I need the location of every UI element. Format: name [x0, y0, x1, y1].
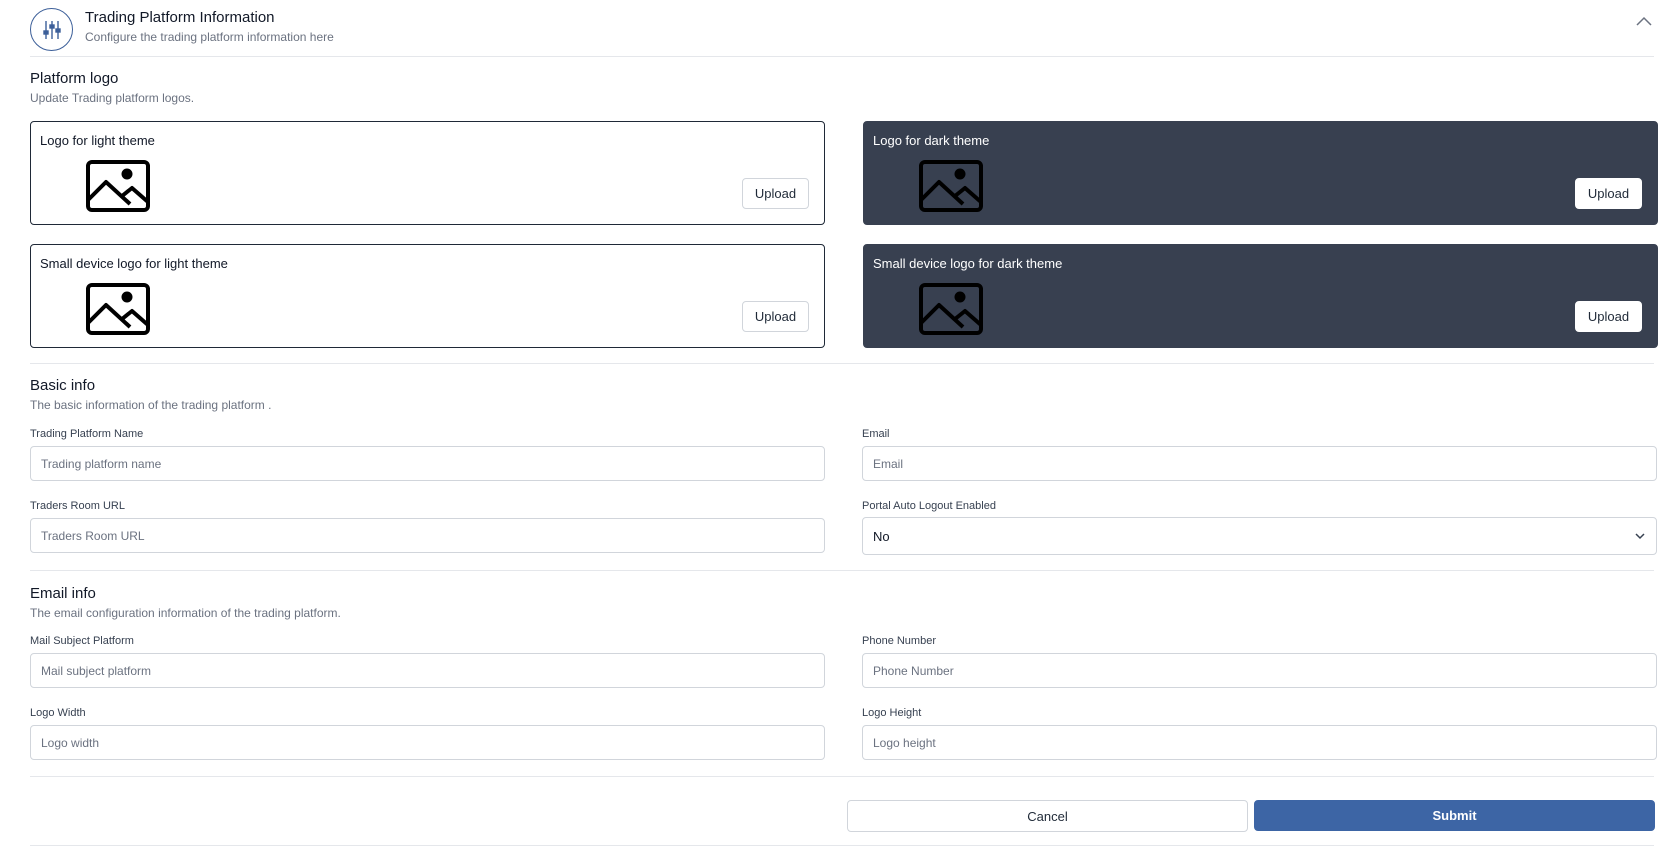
logo-card-light: Logo for light theme Upload [30, 121, 825, 225]
email-info-subtitle: The email configuration information of t… [30, 606, 341, 620]
page-subtitle: Configure the trading platform informati… [85, 30, 334, 44]
basic-info-subtitle: The basic information of the trading pla… [30, 398, 272, 412]
platform-name-input[interactable] [30, 446, 825, 481]
platform-name-label: Trading Platform Name [30, 428, 144, 440]
chevron-down-icon [1635, 533, 1645, 540]
divider [30, 776, 1654, 777]
email-info-title: Email info [30, 585, 96, 602]
chevron-up-icon[interactable] [1634, 12, 1654, 32]
image-icon [86, 283, 150, 335]
divider [30, 845, 1654, 846]
page-title: Trading Platform Information [85, 9, 275, 26]
basic-info-title: Basic info [30, 377, 96, 394]
auto-logout-selected-value: No [873, 528, 890, 544]
small-logo-card-light: Small device logo for light theme Upload [30, 244, 825, 348]
image-icon [919, 283, 983, 335]
logo-width-input[interactable] [30, 725, 825, 760]
upload-button[interactable]: Upload [1575, 301, 1642, 332]
auto-logout-select[interactable]: No [862, 517, 1657, 555]
phone-number-input[interactable] [862, 653, 1657, 688]
mail-subject-label: Mail Subject Platform [30, 635, 134, 647]
traders-room-url-label: Traders Room URL [30, 500, 125, 512]
phone-number-label: Phone Number [862, 635, 936, 647]
small-logo-card-dark: Small device logo for dark theme Upload [863, 244, 1658, 348]
mail-subject-input[interactable] [30, 653, 825, 688]
divider [30, 570, 1654, 571]
image-icon [919, 160, 983, 212]
logo-card-label: Small device logo for light theme [40, 256, 228, 271]
logo-width-label: Logo Width [30, 707, 86, 719]
section-header: Trading Platform Information Configure t… [30, 8, 1654, 56]
cancel-button[interactable]: Cancel [847, 800, 1248, 832]
email-input[interactable] [862, 446, 1657, 481]
logo-card-dark: Logo for dark theme Upload [863, 121, 1658, 225]
platform-logo-subtitle: Update Trading platform logos. [30, 91, 195, 105]
auto-logout-label: Portal Auto Logout Enabled [862, 500, 996, 512]
submit-button[interactable]: Submit [1254, 800, 1655, 831]
logo-card-label: Logo for dark theme [873, 133, 990, 148]
divider [30, 56, 1654, 57]
sliders-icon [30, 8, 73, 51]
upload-button[interactable]: Upload [742, 301, 809, 332]
image-icon [86, 160, 150, 212]
platform-logo-title: Platform logo [30, 70, 119, 87]
upload-button[interactable]: Upload [1575, 178, 1642, 209]
logo-card-label: Small device logo for dark theme [873, 256, 1063, 271]
email-label: Email [862, 428, 890, 440]
logo-card-label: Logo for light theme [40, 133, 155, 148]
divider [30, 363, 1654, 364]
traders-room-url-input[interactable] [30, 518, 825, 553]
logo-height-label: Logo Height [862, 707, 922, 719]
upload-button[interactable]: Upload [742, 178, 809, 209]
logo-height-input[interactable] [862, 725, 1657, 760]
